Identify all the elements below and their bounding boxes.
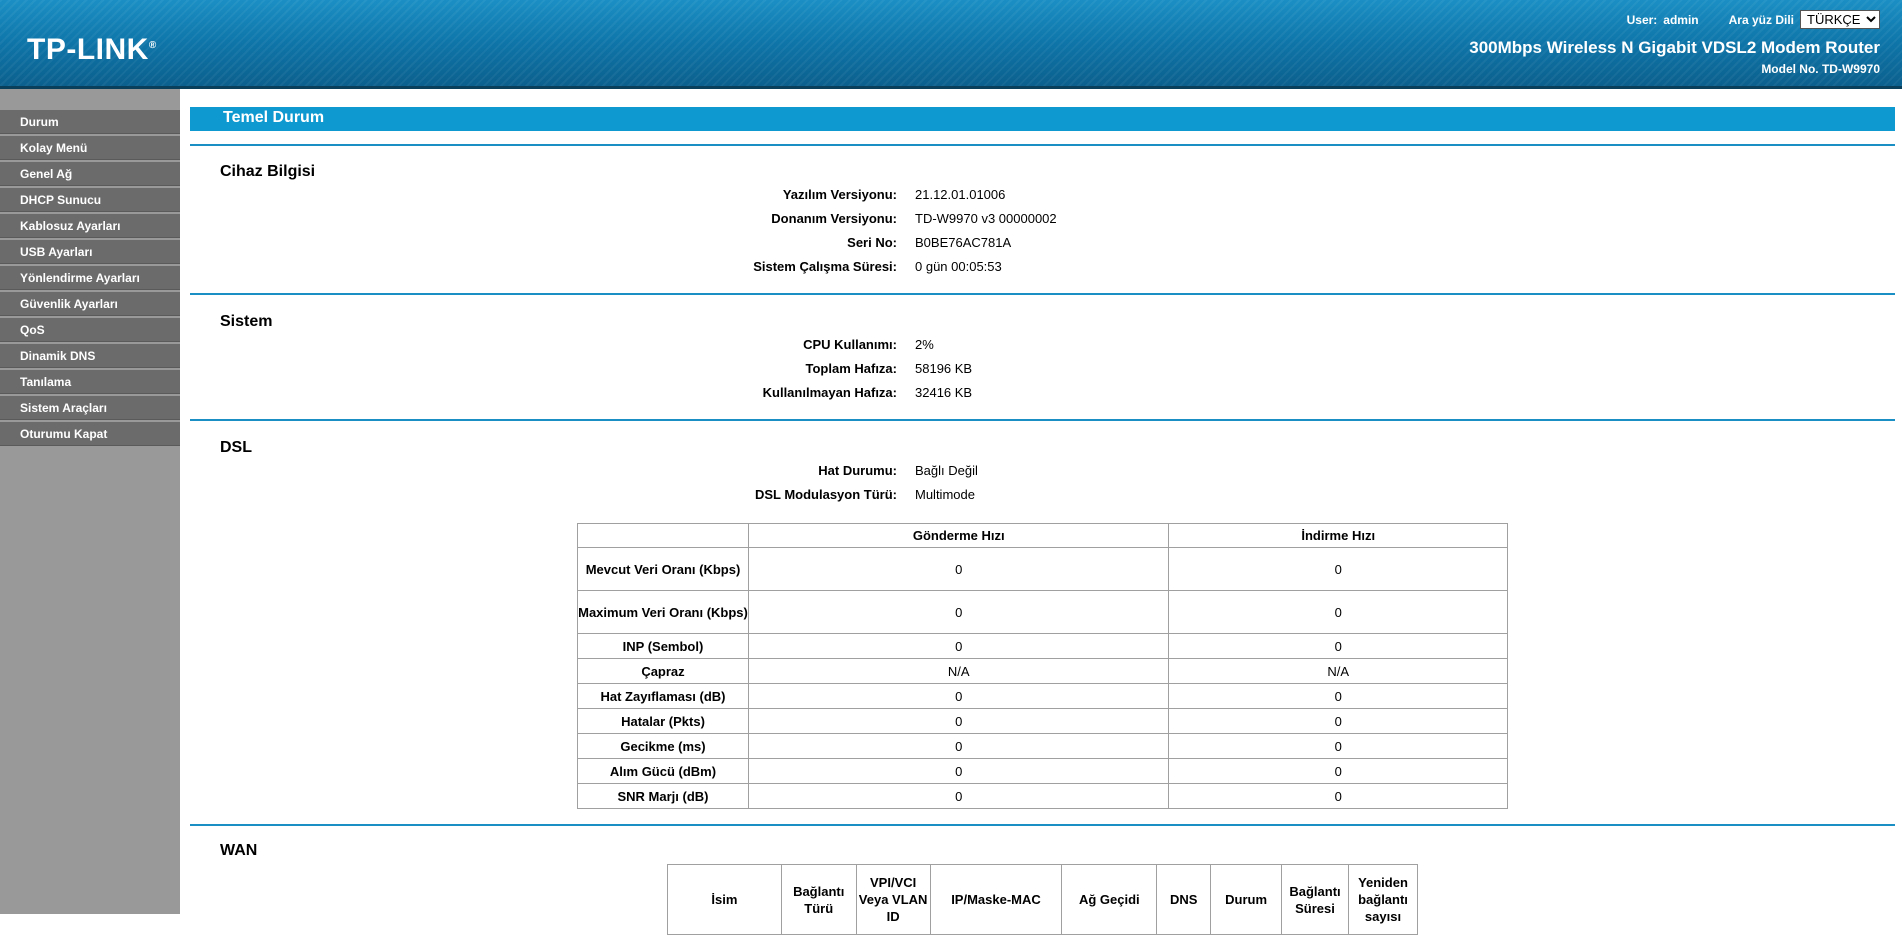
sidebar-item-dhcp-sunucu[interactable]: DHCP Sunucu bbox=[0, 188, 180, 212]
dsl-row: Hat Durumu: Bağlı Değil bbox=[818, 463, 978, 478]
header-banner: TP-LINK® User: admin Ara yüz Dili TÜRKÇE… bbox=[0, 0, 1902, 88]
user-value: admin bbox=[1663, 12, 1699, 27]
table-row: SNR Marjı (dB) 0 0 bbox=[577, 783, 1508, 809]
wan-table: İsim Bağlantı Türü VPI/VCI Veya VLAN ID … bbox=[667, 864, 1418, 935]
system-row: CPU Kullanımı: 2% bbox=[803, 337, 934, 352]
sidebar: Durum Kolay Menü Genel Ağ DHCP Sunucu Ka… bbox=[0, 89, 180, 914]
page-title: Temel Durum bbox=[190, 107, 1895, 131]
table-row: INP (Sembol) 0 0 bbox=[577, 633, 1508, 659]
table-header: DNS bbox=[1156, 864, 1212, 935]
sidebar-item-kablosuz-ayarlari[interactable]: Kablosuz Ayarları bbox=[0, 214, 180, 238]
table-header: Gönderme Hızı bbox=[747, 523, 1170, 548]
dsl-row: DSL Modulasyon Türü: Multimode bbox=[754, 487, 975, 502]
device-row: Donanım Versiyonu: TD-W9970 v3 00000002 bbox=[771, 211, 1057, 226]
sidebar-item-genel-ag[interactable]: Genel Ağ bbox=[0, 162, 180, 186]
table-row: Maximum Veri Oranı (Kbps) 0 0 bbox=[577, 590, 1508, 634]
table-row: Hatalar (Pkts) 0 0 bbox=[577, 708, 1508, 734]
section-title-system: Sistem bbox=[220, 313, 273, 330]
table-header: Durum bbox=[1210, 864, 1283, 935]
system-row: Toplam Hafıza: 58196 KB bbox=[805, 361, 973, 376]
table-row: Mevcut Veri Oranı (Kbps) 0 0 bbox=[577, 547, 1508, 591]
user-bar: User: admin Ara yüz Dili TÜRKÇE bbox=[1627, 10, 1880, 29]
table-header: Bağlantı Türü bbox=[780, 864, 857, 935]
sidebar-item-sistem-araclari[interactable]: Sistem Araçları bbox=[0, 396, 180, 420]
dsl-stats-table: Gönderme Hızı İndirme Hızı Mevcut Veri O… bbox=[577, 523, 1508, 809]
section-title-dsl: DSL bbox=[220, 439, 252, 456]
table-header: Yeniden bağlantı sayısı bbox=[1348, 864, 1418, 935]
sidebar-item-dinamik-dns[interactable]: Dinamik DNS bbox=[0, 344, 180, 368]
table-header-row: İsim Bağlantı Türü VPI/VCI Veya VLAN ID … bbox=[667, 864, 1418, 935]
sidebar-item-yonlendirme-ayarlari[interactable]: Yönlendirme Ayarları bbox=[0, 266, 180, 290]
device-row: Seri No: B0BE76AC781A bbox=[847, 235, 1012, 250]
sidebar-item-durum[interactable]: Durum bbox=[0, 110, 180, 134]
table-header-row: Gönderme Hızı İndirme Hızı bbox=[577, 523, 1508, 548]
table-header: VPI/VCI Veya VLAN ID bbox=[855, 864, 931, 935]
table-row: Çapraz N/A N/A bbox=[577, 658, 1508, 684]
table-header: Ağ Geçidi bbox=[1061, 864, 1158, 935]
section-divider bbox=[190, 144, 1895, 146]
device-row: Sistem Çalışma Süresi: 0 gün 00:05:53 bbox=[753, 259, 1002, 274]
section-divider bbox=[190, 824, 1895, 826]
sidebar-item-guvenlik-ayarlari[interactable]: Güvenlik Ayarları bbox=[0, 292, 180, 316]
section-divider bbox=[190, 293, 1895, 295]
product-name: 300Mbps Wireless N Gigabit VDSL2 Modem R… bbox=[1469, 38, 1880, 57]
table-header: IP/Maske-MAC bbox=[929, 864, 1063, 935]
sidebar-item-qos[interactable]: QoS bbox=[0, 318, 180, 342]
table-header: İndirme Hızı bbox=[1168, 523, 1508, 548]
main-content: Temel Durum Cihaz Bilgisi Yazılım Versiy… bbox=[190, 89, 1895, 935]
language-select[interactable]: TÜRKÇE bbox=[1800, 10, 1880, 29]
sidebar-item-oturumu-kapat[interactable]: Oturumu Kapat bbox=[0, 422, 180, 446]
table-header: Bağlantı Süresi bbox=[1281, 864, 1349, 935]
table-row: Hat Zayıflaması (dB) 0 0 bbox=[577, 683, 1508, 709]
table-header: İsim bbox=[667, 864, 782, 935]
user-label: User: bbox=[1626, 12, 1658, 27]
table-row: Alım Gücü (dBm) 0 0 bbox=[577, 758, 1508, 784]
section-title-device: Cihaz Bilgisi bbox=[220, 163, 316, 180]
system-row: Kullanılmayan Hafıza: 32416 KB bbox=[762, 385, 973, 400]
device-row: Yazılım Versiyonu: 21.12.01.01006 bbox=[782, 187, 1006, 202]
section-title-wan: WAN bbox=[220, 842, 258, 859]
section-divider bbox=[190, 419, 1895, 421]
table-row: Gecikme (ms) 0 0 bbox=[577, 733, 1508, 759]
model-number: Model No. TD-W9970 bbox=[1761, 62, 1880, 76]
sidebar-item-usb-ayarlari[interactable]: USB Ayarları bbox=[0, 240, 180, 264]
language-label: Ara yüz Dili bbox=[1728, 12, 1794, 27]
sidebar-item-kolay-menu[interactable]: Kolay Menü bbox=[0, 136, 180, 160]
tp-link-logo: TP-LINK® bbox=[27, 33, 157, 66]
sidebar-item-tanilama[interactable]: Tanılama bbox=[0, 370, 180, 394]
table-header bbox=[577, 523, 749, 548]
